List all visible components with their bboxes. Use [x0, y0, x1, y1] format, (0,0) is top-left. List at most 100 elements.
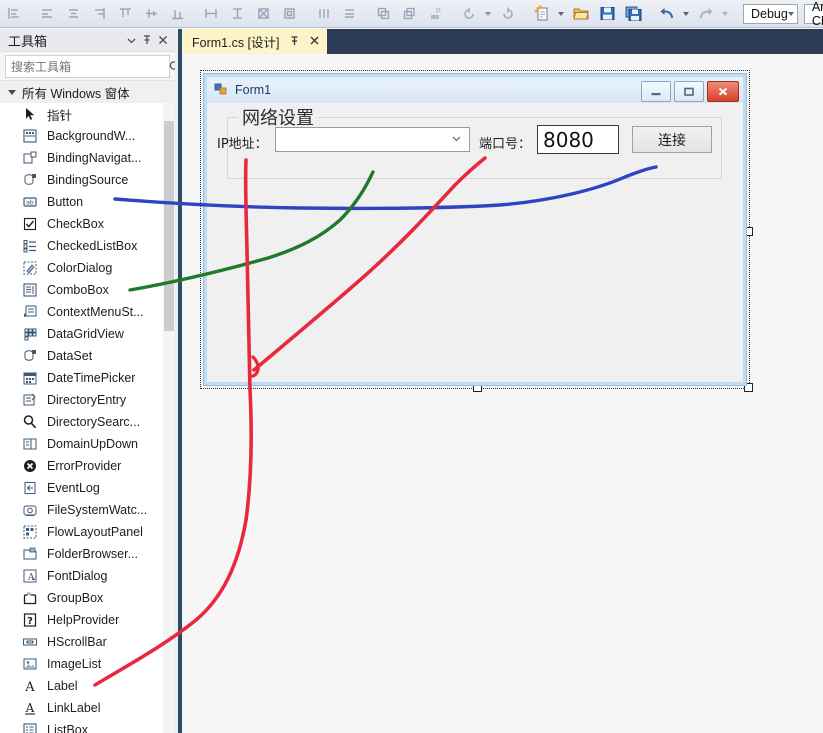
toolbox-item-imagelist[interactable]: ImageList [0, 653, 163, 675]
toolbox-item-backgroundw[interactable]: BackgroundW... [0, 125, 163, 147]
toolbox-item-label[interactable]: A Label [0, 675, 163, 697]
toolbox-item-eventlog[interactable]: EventLog [0, 477, 163, 499]
save-icon[interactable] [595, 2, 619, 26]
toolbox-item-filesystemwatc[interactable]: FileSystemWatc... [0, 499, 163, 521]
toolbox-item-dataset[interactable]: DataSet [0, 345, 163, 367]
new-project-icon[interactable] [530, 2, 554, 26]
toolbox-item-domainupdown[interactable]: DomainUpDown [0, 433, 163, 455]
toolbox-item-list[interactable]: 指针 BackgroundW... BindingNavigat... Binding… [0, 103, 163, 733]
horizontal-spacing-icon[interactable] [311, 2, 335, 26]
align-middles-h-icon[interactable] [139, 2, 163, 26]
pin-icon[interactable] [289, 35, 300, 48]
tab-form1-design[interactable]: Form1.cs [设计] [182, 29, 327, 54]
navigate-forward-icon[interactable] [496, 2, 520, 26]
toolbox-item-checkbox[interactable]: CheckBox [0, 213, 163, 235]
toolbox-item-flowlayoutpanel[interactable]: FlowLayoutPanel [0, 521, 163, 543]
undo-dropdown[interactable] [680, 3, 691, 25]
close-icon[interactable] [155, 32, 171, 48]
bring-to-front-icon[interactable] [371, 2, 395, 26]
align-tops-icon[interactable] [113, 2, 137, 26]
search-input[interactable] [6, 58, 168, 75]
toolbox-item-directoryentry[interactable]: DirectoryEntry [0, 389, 163, 411]
datetimepicker-icon [22, 370, 38, 386]
svg-text:A: A [27, 573, 35, 583]
toolbox-item-fontdialog[interactable]: A FontDialog [0, 565, 163, 587]
align-middles-icon[interactable] [61, 2, 85, 26]
eventlog-icon [22, 480, 38, 496]
ip-address-combobox[interactable] [275, 127, 470, 152]
chevron-down-icon[interactable] [123, 32, 139, 48]
toolbox-search-box[interactable] [5, 55, 188, 78]
toolbox-item-label: Button [47, 195, 84, 209]
chevron-down-icon[interactable] [450, 132, 463, 148]
toolbox-item-指针[interactable]: 指针 [0, 103, 163, 125]
toolbox-item-label: FolderBrowser... [47, 547, 139, 561]
size-to-grid-icon[interactable] [277, 2, 301, 26]
port-textbox[interactable]: 8080 [537, 125, 619, 154]
close-icon[interactable] [309, 35, 320, 48]
tab-label: Form1.cs [设计] [192, 36, 280, 50]
toolbox-category-all-windows-forms[interactable]: 所有 Windows 窗体 [0, 80, 175, 104]
toolbox-item-label: ColorDialog [47, 261, 113, 275]
toolbox-scrollbar-thumb[interactable] [164, 121, 174, 331]
toolbox-item-errorprovider[interactable]: ErrorProvider [0, 455, 163, 477]
toolbox-header: 工具箱 [0, 29, 175, 52]
toolbox-item-folderbrowser[interactable]: FolderBrowser... [0, 543, 163, 565]
align-bottoms-icon[interactable] [165, 2, 189, 26]
toolbox-item-contextmenust[interactable]: ContextMenuSt... [0, 301, 163, 323]
toolbox-item-datagridview[interactable]: DataGridView [0, 323, 163, 345]
save-all-icon[interactable] [621, 2, 645, 26]
toolbox-item-linklabel[interactable]: A LinkLabel [0, 697, 163, 719]
redo-dropdown[interactable] [719, 3, 730, 25]
align-lefts-icon[interactable] [1, 2, 25, 26]
new-project-dropdown[interactable] [555, 3, 566, 25]
toolbox-item-helpprovider[interactable]: ? HelpProvider [0, 609, 163, 631]
solution-platform-combo[interactable]: Any CPU [803, 0, 823, 28]
tab-order-icon[interactable] [423, 2, 447, 26]
send-to-back-icon[interactable] [397, 2, 421, 26]
undo-icon[interactable] [655, 2, 679, 26]
make-same-size-icon[interactable] [251, 2, 275, 26]
close-icon[interactable] [707, 81, 739, 102]
toolbox-item-button[interactable]: ab Button [0, 191, 163, 213]
chevron-down-icon [787, 11, 794, 16]
toolbox-item-hscrollbar[interactable]: HScrollBar [0, 631, 163, 653]
toolbox-item-bindingnavigat[interactable]: BindingNavigat... [0, 147, 163, 169]
form-designer-surface[interactable]: Form1 网络设置 IP地址： 端口号： 8080 连接 [182, 54, 823, 733]
align-centers-icon[interactable] [35, 2, 59, 26]
minimize-icon[interactable] [641, 81, 671, 102]
undo-navigate-icon[interactable] [457, 2, 481, 26]
open-file-icon[interactable] [569, 2, 593, 26]
toolbox-item-checkedlistbox[interactable]: CheckedListBox [0, 235, 163, 257]
groupbox-icon: xy [22, 590, 38, 606]
folderbrowserdialog-icon [22, 546, 38, 562]
bindingnavigator-icon [22, 150, 38, 166]
toolbar-group-order [370, 0, 448, 27]
backgroundworker-icon [22, 128, 38, 144]
toolbox-item-label: Label [47, 679, 78, 693]
svg-text:xy: xy [27, 591, 32, 596]
toolbox-item-combobox[interactable]: ComboBox [0, 279, 163, 301]
maximize-icon[interactable] [674, 81, 704, 102]
toolbox-item-label: DataSet [47, 349, 93, 363]
form-client-area[interactable]: 网络设置 IP地址： 端口号： 8080 连接 [207, 103, 743, 382]
align-rights-icon[interactable] [87, 2, 111, 26]
form-title-bar[interactable]: Form1 [207, 77, 743, 103]
solution-configuration-combo[interactable]: Debug [743, 3, 798, 24]
form1-window[interactable]: Form1 网络设置 IP地址： 端口号： 8080 连接 [203, 73, 747, 386]
toolbox-item-listbox[interactable]: ListBox [0, 719, 163, 733]
connect-button[interactable]: 连接 [632, 126, 712, 153]
toolbox-item-colordialog[interactable]: ColorDialog [0, 257, 163, 279]
undo-navigate-dropdown[interactable] [482, 3, 493, 25]
toolbox-item-label: DateTimePicker [47, 371, 136, 385]
toolbox-item-groupbox[interactable]: xy GroupBox [0, 587, 163, 609]
toolbox-item-datetimepicker[interactable]: DateTimePicker [0, 367, 163, 389]
toolbox-item-bindingsource[interactable]: BindingSource [0, 169, 163, 191]
vertical-spacing-icon[interactable] [337, 2, 361, 26]
svg-text:?: ? [27, 616, 33, 627]
make-same-height-icon[interactable] [225, 2, 249, 26]
make-same-width-icon[interactable] [199, 2, 223, 26]
redo-icon[interactable] [694, 2, 718, 26]
toolbox-item-directorysearc[interactable]: DirectorySearc... [0, 411, 163, 433]
pin-icon[interactable] [139, 32, 155, 48]
